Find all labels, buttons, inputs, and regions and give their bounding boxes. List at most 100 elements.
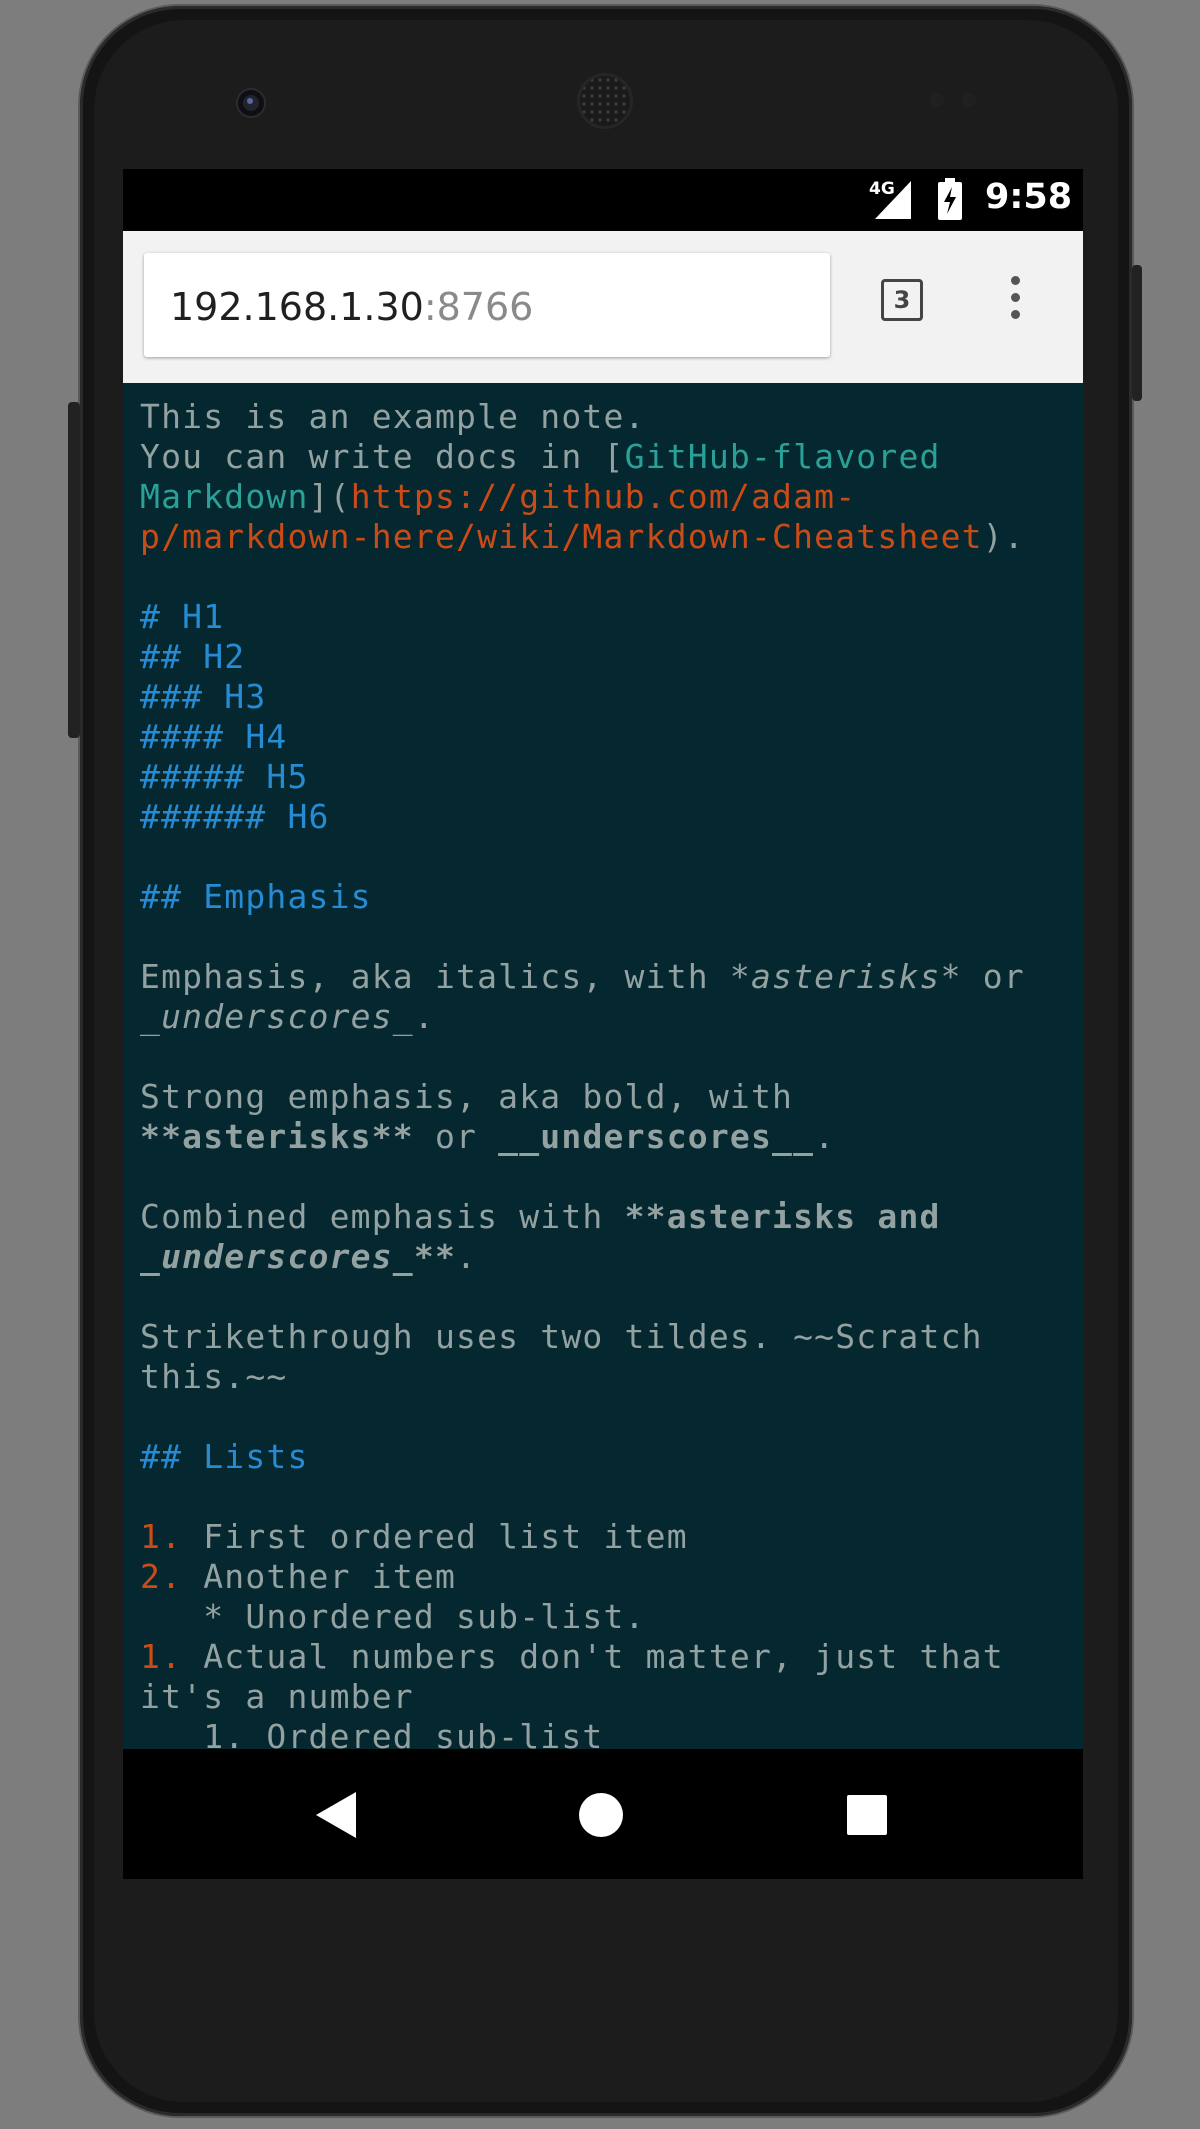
text-span: Combined emphasis with <box>140 1197 625 1236</box>
text-span: This is an example note. <box>140 397 646 436</box>
editor-line: 2. Another item <box>140 1557 1025 1597</box>
signal-icon <box>875 181 911 219</box>
text-span: You can write docs in [ <box>140 437 625 476</box>
editor-line: 1. Actual numbers don't matter, just tha… <box>140 1637 1025 1677</box>
italic-token: _underscores_ <box>140 997 414 1036</box>
editor-line: You can write docs in [GitHub-flavored <box>140 437 1025 477</box>
heading-token: ### H3 <box>140 677 267 716</box>
text-span: . <box>814 1117 836 1156</box>
editor-line: * Unordered sub-list. <box>140 1597 1025 1637</box>
url-text: 192.168.1.30:8766 <box>170 285 533 329</box>
text-span: Actual numbers don't matter, just that <box>182 1637 1004 1676</box>
power-button <box>1132 265 1142 401</box>
url-token: p/markdown-here/wiki/Markdown-Cheatsheet <box>140 517 983 556</box>
text-span: Emphasis, aka italics, with <box>140 957 730 996</box>
markdown-editor[interactable]: This is an example note. You can write do… <box>123 383 1083 1749</box>
screen: 4G 9:58 192.168.1.30:8766 3 This is an e… <box>123 169 1083 1879</box>
url-host: 192.168.1.30 <box>170 285 424 329</box>
heading-token: ###### H6 <box>140 797 330 836</box>
text-span: . <box>456 1237 478 1276</box>
link-text-token: Markdown <box>140 477 309 516</box>
heading-token: ## H2 <box>140 637 246 676</box>
editor-content[interactable]: This is an example note. You can write do… <box>140 397 1025 1749</box>
heading-token: ## Emphasis <box>140 877 372 916</box>
text-span: Strikethrough uses two tildes. ~~Scratch <box>140 1317 983 1356</box>
editor-line: Emphasis, aka italics, with *asterisks* … <box>140 957 1025 997</box>
light-sensor <box>962 93 976 107</box>
url-token: https://github.com/adam- <box>350 477 857 516</box>
heading-token: # H1 <box>140 597 225 636</box>
navigation-bar <box>123 1749 1083 1879</box>
volume-button <box>68 402 80 738</box>
list-number-token: 1. <box>140 1517 183 1556</box>
editor-line: # H1 <box>140 597 1025 637</box>
url-port: :8766 <box>423 285 534 329</box>
editor-line: Strikethrough uses two tildes. ~~Scratch <box>140 1317 1025 1357</box>
text-span: . <box>413 997 435 1036</box>
home-icon[interactable] <box>579 1793 623 1837</box>
browser-toolbar: 192.168.1.30:8766 3 <box>123 231 1083 383</box>
heading-token: #### H4 <box>140 717 288 756</box>
text-span: First ordered list item <box>182 1517 688 1556</box>
recents-icon[interactable] <box>847 1795 887 1835</box>
list-number-token: 2. <box>140 1557 183 1596</box>
list-number-token: 1. <box>140 1637 183 1676</box>
text-span: * Unordered sub-list. <box>140 1597 646 1636</box>
back-icon[interactable] <box>316 1792 356 1838</box>
italic-token: *asterisks* <box>729 957 962 996</box>
status-bar: 4G 9:58 <box>123 169 1083 231</box>
earpiece-speaker <box>580 76 630 126</box>
tab-switcher-button[interactable]: 3 <box>881 279 923 321</box>
editor-line: Markdown](https://github.com/adam- <box>140 477 1025 517</box>
editor-line: it's a number <box>140 1677 1025 1717</box>
text-span: Another item <box>182 1557 457 1596</box>
overflow-menu-icon[interactable] <box>1005 276 1025 328</box>
text-span: ). <box>982 517 1025 556</box>
editor-line: _underscores_**. <box>140 1237 1025 1277</box>
text-span: or <box>961 957 1025 996</box>
bold-token: **asterisks and <box>624 1197 941 1236</box>
editor-line: Combined emphasis with **asterisks and <box>140 1197 1025 1237</box>
editor-line: Strong emphasis, aka bold, with <box>140 1077 1025 1117</box>
editor-line: p/markdown-here/wiki/Markdown-Cheatsheet… <box>140 517 1025 557</box>
heading-token: ## Lists <box>140 1437 309 1476</box>
bold-token: __underscores__ <box>498 1117 815 1156</box>
url-bar[interactable]: 192.168.1.30:8766 <box>144 253 830 357</box>
bold-token: ** <box>413 1237 457 1276</box>
editor-line: 1. First ordered list item <box>140 1517 1025 1557</box>
editor-line: ###### H6 <box>140 797 1025 837</box>
editor-line: **asterisks** or __underscores__. <box>140 1117 1025 1157</box>
front-camera <box>238 90 264 116</box>
text-span: this.~~ <box>140 1357 288 1396</box>
editor-line: ## Emphasis <box>140 877 1025 917</box>
editor-line: ## Lists <box>140 1437 1025 1477</box>
link-text-token: GitHub-flavored <box>624 437 941 476</box>
editor-line: _underscores_. <box>140 997 1025 1037</box>
bold-token: **asterisks** <box>140 1117 414 1156</box>
editor-line: This is an example note. <box>140 397 1025 437</box>
text-span: ]( <box>308 477 351 516</box>
text-span: 1. Ordered sub-list <box>140 1717 604 1749</box>
editor-line: ##### H5 <box>140 757 1025 797</box>
text-span: or <box>413 1117 499 1156</box>
editor-line: ### H3 <box>140 677 1025 717</box>
editor-line: 1. Ordered sub-list <box>140 1717 1025 1749</box>
clock: 9:58 <box>985 177 1073 217</box>
text-span: it's a number <box>140 1677 414 1716</box>
bold-token: _underscores_ <box>140 1237 414 1276</box>
battery-charging-icon <box>938 178 962 220</box>
heading-token: ##### H5 <box>140 757 309 796</box>
editor-line: #### H4 <box>140 717 1025 757</box>
proximity-sensor <box>930 93 944 107</box>
editor-line: ## H2 <box>140 637 1025 677</box>
editor-line: this.~~ <box>140 1357 1025 1397</box>
text-span: Strong emphasis, aka bold, with <box>140 1077 794 1116</box>
